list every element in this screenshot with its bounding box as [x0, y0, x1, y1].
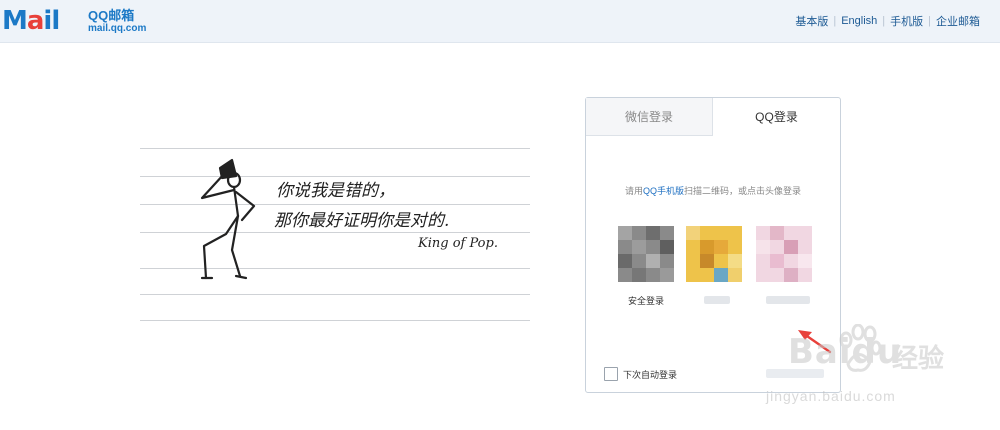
link-english[interactable]: English: [841, 15, 877, 27]
remember-me[interactable]: 下次自动登录: [604, 367, 677, 381]
hint-prefix: 请用: [624, 186, 643, 196]
watermark-brand: Baidu: [788, 332, 903, 372]
account-avatar[interactable]: [756, 226, 812, 282]
remember-checkbox[interactable]: [604, 367, 618, 381]
quick-login-avatars: 安全登录: [618, 226, 828, 316]
dancer-figure-icon: [200, 158, 256, 280]
top-links: 基本版 | English | 手机版 | 企业邮箱: [795, 13, 980, 29]
top-header: Mail QQ邮箱 mail.qq.com 基本版 | English | 手机…: [0, 0, 1000, 43]
promo-illustration: 你说我是错的， 那你最好证明你是对的. King of Pop.: [140, 140, 530, 330]
link-separator: |: [928, 15, 931, 27]
remember-label: 下次自动登录: [623, 369, 678, 380]
watermark-cn: 经验: [892, 343, 945, 373]
quote-line-2: 那你最好证明你是对的.: [274, 211, 450, 231]
tab-qq-login[interactable]: QQ登录: [713, 98, 840, 136]
baidu-watermark: Baidu 经验 jingyan.baidu.com: [760, 322, 1000, 412]
quote-signature: King of Pop.: [418, 236, 498, 251]
link-enterprise-mail[interactable]: 企业邮箱: [936, 13, 980, 29]
logo-wordmark: Mail: [2, 6, 60, 36]
account-name-blurred: [704, 296, 730, 304]
tab-wechat-login[interactable]: 微信登录: [586, 98, 713, 136]
qq-mobile-link[interactable]: QQ手机版: [643, 186, 684, 196]
hint-suffix: 扫描二维码，或点击头像登录: [684, 186, 802, 196]
logo-url-text: mail.qq.com: [88, 23, 147, 34]
safe-login-label[interactable]: 安全登录: [618, 294, 674, 307]
account-name-blurred: [766, 296, 810, 304]
link-basic-version[interactable]: 基本版: [795, 13, 828, 29]
link-mobile-version[interactable]: 手机版: [890, 13, 923, 29]
logo-cn-text: QQ邮箱: [88, 8, 135, 23]
logo-main-text: Mail: [2, 6, 60, 36]
link-separator: |: [882, 15, 886, 27]
link-separator: |: [833, 15, 837, 27]
watermark-url: jingyan.baidu.com: [766, 388, 896, 404]
qr-code-tile[interactable]: [618, 226, 674, 282]
quote-line-1: 你说我是错的，: [276, 181, 395, 201]
qr-hint: 请用QQ手机版扫描二维码，或点击头像登录: [586, 184, 840, 197]
login-tabs: 微信登录 QQ登录: [586, 98, 840, 136]
account-avatar[interactable]: [686, 226, 742, 282]
logo-subtitle: QQ邮箱 mail.qq.com: [88, 8, 146, 35]
